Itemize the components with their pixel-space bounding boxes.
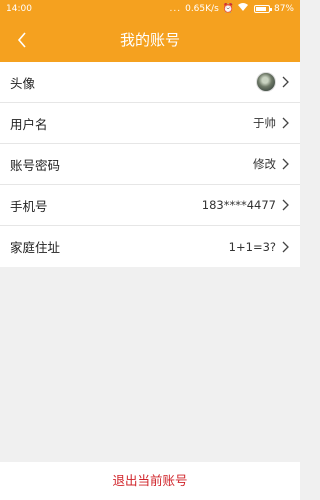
chevron-right-icon [282,76,289,88]
row-label: 头像 [10,75,36,91]
row-value: 1+1=3? [228,239,276,254]
page-title: 我的账号 [119,31,180,49]
battery-icon [253,5,272,13]
row-username[interactable]: 用户名 于帅 [0,103,300,144]
status-dots: ... [169,4,182,14]
row-avatar[interactable]: 头像 [0,62,300,103]
chevron-right-icon [282,158,289,170]
account-list: 头像 用户名 于帅 账号密码 修改 手机号 183****4477 家庭住址 1… [0,62,300,267]
wifi-icon [237,0,248,18]
alarm-icon: ⏰ [222,4,234,14]
row-label: 账号密码 [10,157,61,173]
row-label: 手机号 [10,198,48,214]
row-value: 于帅 [253,116,276,130]
logout-button[interactable]: 退出当前账号 [0,462,300,500]
row-label: 用户名 [10,116,48,132]
network-speed: 0.65K/s [185,4,219,14]
chevron-right-icon [282,241,289,252]
chevron-right-icon [282,117,289,129]
row-address[interactable]: 家庭住址 1+1=3? [0,226,300,267]
row-value: 修改 [253,157,276,171]
status-time: 14:00 [6,4,32,14]
row-phone[interactable]: 手机号 183****4477 [0,185,300,226]
nav-bar: 我的账号 [0,18,300,62]
row-label: 家庭住址 [10,240,61,255]
app-screen: 14:00 ... 0.65K/s ⏰ 87% 我的账号 头像 用户名 于帅 账… [0,0,300,500]
avatar [256,72,276,92]
battery-percent: 87% [273,4,294,14]
chevron-right-icon [282,199,289,211]
row-password[interactable]: 账号密码 修改 [0,144,300,185]
status-indicators: ... 0.65K/s ⏰ 87% [169,0,294,18]
status-bar: 14:00 ... 0.65K/s ⏰ 87% [0,0,300,18]
row-value: 183****4477 [201,198,276,212]
